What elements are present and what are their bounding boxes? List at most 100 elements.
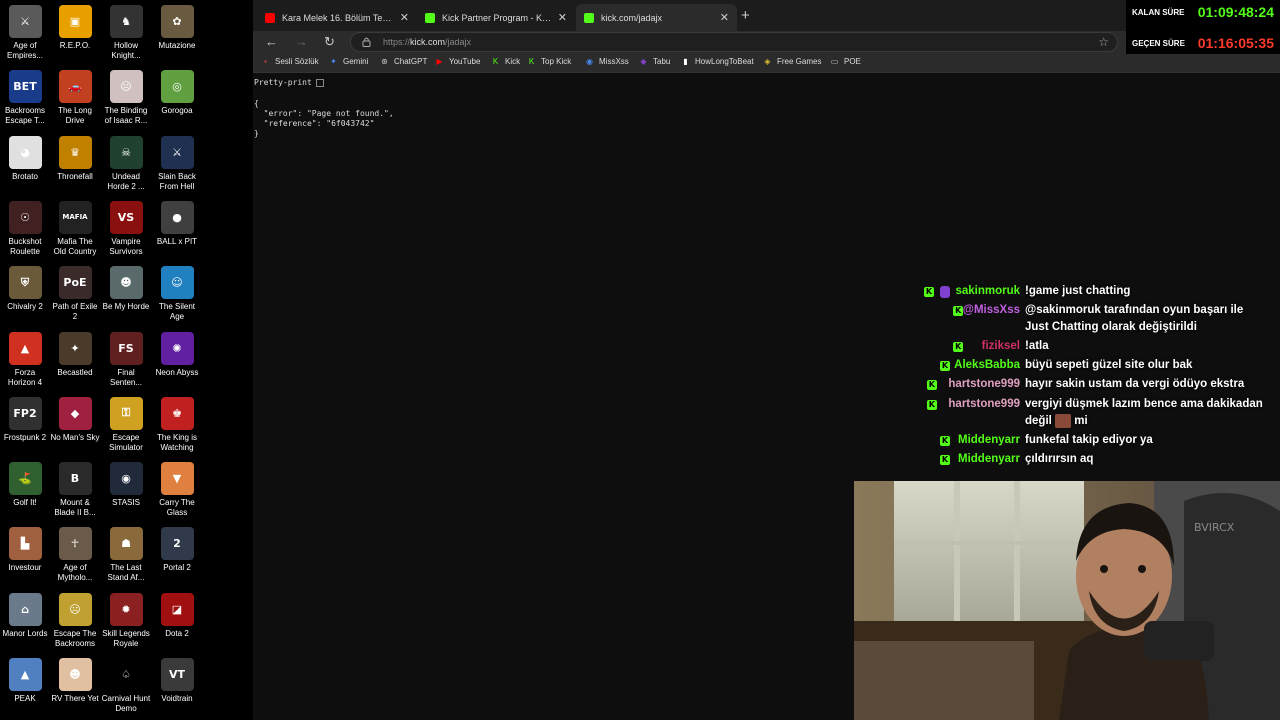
desktop-icon[interactable]: ♤ Carnival Hunt Demo <box>101 658 151 714</box>
back-button[interactable]: ← <box>265 34 278 50</box>
desktop-icon[interactable]: ✹ Skill Legends Royale <box>101 592 151 649</box>
desktop-icon[interactable]: ✿ Mutazione <box>152 5 202 51</box>
tab-youtube[interactable]: Kara Melek 16. Bölüm Tek Parça - ✕ <box>257 4 417 31</box>
desktop-icon[interactable]: ▼ Carry The Glass <box>152 462 202 518</box>
desktop-icon-label: Mount & Blade II B... <box>54 498 96 518</box>
bookmark-star-icon[interactable]: ☆ <box>1098 35 1109 49</box>
desktop-icon[interactable]: ● BALL x PIT <box>152 200 202 247</box>
pretty-print-checkbox[interactable] <box>315 78 324 87</box>
tab-kick-jadajx[interactable]: kick.com/jadajx ✕ <box>576 4 737 31</box>
desktop-icon[interactable]: ⌂ Manor Lords <box>0 592 50 639</box>
desktop-icon[interactable]: PoE Path of Exile 2 <box>50 266 100 322</box>
desktop-icon[interactable]: MAFIA Mafia The Old Country <box>50 200 100 257</box>
desktop-icon-label: No Man's Sky <box>50 432 100 442</box>
bookmark-item[interactable]: ▶ YouTube <box>435 57 480 66</box>
chat-username[interactable]: Middenyarr <box>958 453 1020 465</box>
desktop-icon[interactable]: ◉ STASIS <box>101 462 151 508</box>
close-icon[interactable]: ✕ <box>720 11 729 24</box>
desktop-icon[interactable]: ⚔ Age of Empires... <box>0 5 50 61</box>
desktop-icon-label: STASIS <box>112 498 140 508</box>
bookmark-item[interactable]: ▪ Sesli Sözlük <box>261 57 319 66</box>
desktop-icon[interactable]: ☻ RV There Yet <box>50 658 100 704</box>
desktop-icon[interactable]: B Mount & Blade II B... <box>50 462 100 518</box>
close-icon[interactable]: ✕ <box>400 11 409 24</box>
desktop-icon[interactable]: ☹ Escape The Backrooms <box>50 592 100 649</box>
desktop-icon[interactable]: BET Backrooms Escape T... <box>0 70 50 126</box>
tab-kick-partner[interactable]: Kick Partner Program - Kick Dashb ✕ <box>417 4 575 31</box>
bookmark-item[interactable]: ▮ HowLongToBeat <box>681 57 753 66</box>
desktop-icon[interactable]: ☺ The Silent Age <box>152 266 202 322</box>
chat-text: !atla <box>1025 340 1049 352</box>
reload-button[interactable]: ↻ <box>324 34 335 50</box>
desktop-icon-label: Carry The Glass <box>159 498 195 518</box>
app-icon: ▼ <box>160 462 194 496</box>
chat-username[interactable]: Middenyarr <box>958 434 1020 446</box>
desktop-icon[interactable]: ✦ Becastled <box>50 331 100 378</box>
desktop-icon[interactable]: ▙ Investour <box>0 527 50 573</box>
chat-username[interactable]: AleksBabba <box>954 359 1020 371</box>
desktop-icon[interactable]: ☻ Be My Horde <box>101 266 151 312</box>
app-icon: ☻ <box>109 266 143 300</box>
desktop-icon[interactable]: ☗ The Last Stand Af... <box>101 527 151 583</box>
desktop-icon[interactable]: 2 Portal 2 <box>152 527 202 573</box>
tab-title: Kara Melek 16. Bölüm Tek Parça - <box>282 12 394 23</box>
address-bar[interactable]: https://kick.com/jadajx ☆ <box>350 32 1118 52</box>
forward-button[interactable]: → <box>295 34 308 50</box>
desktop-icon[interactable]: ✺ Neon Abyss <box>152 331 202 378</box>
kick-badge-icon: K <box>926 380 937 390</box>
desktop-icon-label: Final Senten... <box>109 367 143 387</box>
bookmark-item[interactable]: K Top Kick <box>527 57 571 66</box>
desktop-icon[interactable]: VT Voidtrain <box>152 658 202 704</box>
app-icon: ◎ <box>160 70 194 104</box>
bookmark-label: POE <box>844 57 861 66</box>
screen: ⚔ Age of Empires... ▣ R.E.P.O. ♞ Hollow Knigh… <box>0 0 1280 720</box>
desktop-icon[interactable]: ▣ R.E.P.O. <box>50 5 100 51</box>
desktop-icon-label: PEAK <box>14 694 36 703</box>
desktop-icon[interactable]: ♞ Hollow Knight... <box>101 5 151 61</box>
bookmark-item[interactable]: ▭ POE <box>830 57 861 66</box>
desktop-icon[interactable]: ☥ Age of Mytholo... <box>50 527 100 583</box>
bookmark-item[interactable]: ⊛ ChatGPT <box>380 57 427 66</box>
desktop-icon[interactable]: ☠ Undead Horde 2 ... <box>101 135 151 192</box>
desktop-icon[interactable]: ☹ The Binding of Isaac R... <box>101 70 151 126</box>
desktop-icon[interactable]: ☉ Buckshot Roulette <box>0 200 50 257</box>
bookmark-item[interactable]: ◆ Tabu <box>639 57 670 66</box>
bookmark-item[interactable]: ◈ Free Games <box>763 57 821 66</box>
desktop-icon[interactable]: ◪ Dota 2 <box>152 592 202 639</box>
close-icon[interactable]: ✕ <box>558 11 567 24</box>
desktop-icon[interactable]: ♛ Thronefall <box>50 135 100 182</box>
desktop-icon-label: Escape The Backrooms <box>53 628 97 648</box>
desktop-icon[interactable]: ♚ The King is Watching <box>152 396 202 453</box>
desktop-icon[interactable]: FS Final Senten... <box>101 331 151 388</box>
bookmark-item[interactable]: ✦ Gemini <box>329 57 368 66</box>
desktop-icon[interactable]: ◎ Gorogoa <box>152 70 202 116</box>
desktop-icon[interactable]: ⛨ Chivalry 2 <box>0 266 50 312</box>
desktop-icon[interactable]: ⚿ Escape Simulator <box>101 396 151 453</box>
app-icon: ☹ <box>58 592 92 626</box>
chat-username[interactable]: hartstone999 <box>948 398 1020 410</box>
desktop-icon[interactable]: VS Vampire Survivors <box>101 200 151 257</box>
chat-username[interactable]: @MissXss <box>963 304 1020 316</box>
chat-message: @MissXss K @sakinmoruk tarafından oyun baş… <box>900 302 1270 338</box>
app-icon: ▲ <box>8 331 42 365</box>
desktop-icon[interactable]: ▲ PEAK <box>0 658 50 704</box>
desktop-icon-label: Brotato <box>12 171 38 181</box>
chat-username[interactable]: hartstone999 <box>948 378 1020 390</box>
bookmark-item[interactable]: K Kick <box>491 57 520 66</box>
kick-badge-icon: K <box>940 455 950 465</box>
app-icon: ◕ <box>8 135 42 169</box>
desktop-icon[interactable]: ▲ Forza Horizon 4 <box>0 331 50 388</box>
desktop-icon[interactable]: ⛳ Golf It! <box>0 462 50 508</box>
desktop-icon[interactable]: ⚔ Slain Back From Hell <box>152 135 202 192</box>
chat-username[interactable]: fiziksel <box>982 340 1020 352</box>
bookmark-item[interactable]: ◉ MissXss <box>585 57 629 66</box>
chat-username[interactable]: sakinmoruk <box>955 285 1020 297</box>
app-icon: VS <box>109 200 143 234</box>
desktop-icon[interactable]: 🚗 The Long Drive <box>50 70 100 126</box>
desktop-icon[interactable]: ◆ No Man's Sky <box>50 396 100 443</box>
new-tab-button[interactable]: + <box>741 7 750 24</box>
desktop-icon[interactable]: ◕ Brotato <box>0 135 50 182</box>
app-icon: ☺ <box>160 266 194 300</box>
desktop-icon[interactable]: FP2 Frostpunk 2 <box>0 396 50 443</box>
pretty-print-toggle[interactable]: Pretty-print <box>254 78 324 87</box>
